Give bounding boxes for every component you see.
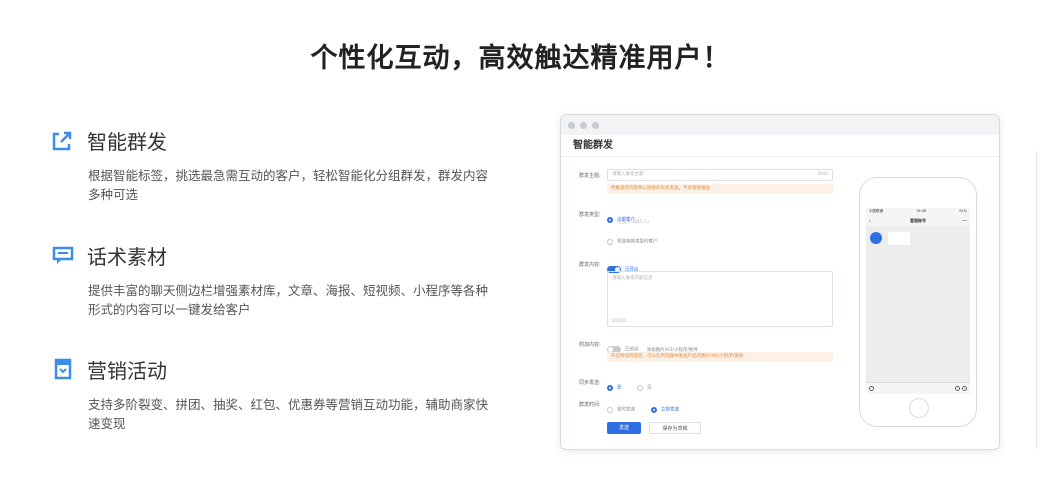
radio-empty-icon xyxy=(637,384,643,391)
feature-title: 智能群发 xyxy=(87,129,167,154)
chat-bubble-icon xyxy=(52,244,74,266)
phone-chat-title: 客服账号 xyxy=(910,218,926,223)
next-card-edge xyxy=(1036,150,1041,450)
topic-counter: 0/40 xyxy=(817,172,828,177)
topic-warning: 所推送的内容将以链接的形式发送，不会直接推送 xyxy=(607,184,833,194)
radio-empty-icon xyxy=(607,406,613,413)
save-draft-button[interactable]: 保存为草稿 xyxy=(649,422,701,434)
type-option-all-sub: (已选中 1043 人) xyxy=(617,219,649,224)
feature-title: 营销活动 xyxy=(87,358,167,383)
feature-description: 根据智能标签，挑选最急需互动的客户，轻松智能化分组群发，群发内容多种可选 xyxy=(88,168,489,202)
topic-placeholder: 请输入群发主题 xyxy=(612,172,644,177)
phone-carrier: 中国联通 xyxy=(869,209,883,213)
content-label: 群发内容: xyxy=(579,262,601,268)
phone-chat-header: ‹ 客服账号 ··· xyxy=(866,216,970,226)
window-dot-icon xyxy=(592,121,599,129)
radio-selected-icon xyxy=(651,406,657,413)
sync-yes-label: 是 xyxy=(617,385,622,391)
feature-scripts-materials: 话术素材 提供丰富的聊天侧边栏增强素材库，文章、海报、短视频、小程序等各种形式的… xyxy=(52,241,492,319)
time-option-scheduled[interactable]: 定时发送 xyxy=(607,399,635,418)
feature-description: 提供丰富的聊天侧边栏增强素材库，文章、海报、短视频、小程序等各种形式的内容可以一… xyxy=(88,283,489,317)
home-button xyxy=(909,398,929,418)
radio-selected-icon xyxy=(607,384,613,391)
type-label: 群发类型: xyxy=(579,212,601,218)
topic-label: 群发主题: xyxy=(579,173,601,179)
time-label: 群发时间: xyxy=(579,402,601,408)
plus-icon xyxy=(962,386,967,391)
feature-title: 话术素材 xyxy=(87,244,167,269)
type-option-filter-label: 筛选特殊类型的客户 xyxy=(617,239,658,245)
sync-option-no[interactable]: 否 xyxy=(637,377,652,396)
content-placeholder: 请输入群发内容信息 xyxy=(612,276,653,281)
voice-icon xyxy=(869,386,874,391)
phone-screen: 中国联通 19:46 91% ‹ 客服账号 ··· xyxy=(866,208,970,394)
phone-input-bar xyxy=(866,382,970,394)
avatar xyxy=(870,232,882,244)
type-option-filter[interactable]: 筛选特殊类型的客户 xyxy=(607,231,658,250)
attach-label: 附加内容: xyxy=(579,342,601,348)
page-title: 个性化互动，高效触达精准用户！ xyxy=(310,43,731,74)
sync-label: 同步发送: xyxy=(579,380,601,386)
time-scheduled-label: 定时发送 xyxy=(617,407,635,413)
feature-smart-broadcast: 智能群发 根据智能标签，挑选最急需互动的客户，轻松智能化分组群发，群发内容多种可… xyxy=(52,126,492,204)
back-arrow-icon: ‹ xyxy=(869,218,871,223)
sync-no-label: 否 xyxy=(647,385,652,391)
window-titlebar xyxy=(561,115,999,135)
phone-battery: 91% xyxy=(959,209,967,213)
share-export-icon xyxy=(52,129,74,151)
radio-selected-icon xyxy=(607,216,613,223)
time-now-label: 立即发送 xyxy=(661,407,679,413)
chat-bubble xyxy=(888,232,910,245)
sync-option-yes[interactable]: 是 xyxy=(607,377,622,396)
content-textarea[interactable]: 请输入群发内容信息 0/1000 xyxy=(607,271,833,327)
send-button[interactable]: 发送 xyxy=(607,422,641,434)
window-dot-icon xyxy=(580,121,587,129)
content-counter: 0/1000 xyxy=(612,318,627,323)
mockup-heading: 智能群发 xyxy=(561,135,999,157)
attach-warning: 开启附加内容后，可以在所选群中发送产品的图片/H5/小程序/链接 xyxy=(607,352,833,362)
calendar-icon xyxy=(52,358,74,380)
phone-statusbar: 中国联通 19:46 91% xyxy=(866,208,970,216)
more-icon: ··· xyxy=(962,218,967,223)
feature-description: 支持多阶裂变、拼团、抽奖、红包、优惠券等营销互动功能，辅助商家快速变现 xyxy=(88,397,489,431)
window-dot-icon xyxy=(568,121,575,129)
time-option-now[interactable]: 立即发送 xyxy=(651,399,679,418)
emoji-icon xyxy=(955,386,960,391)
feature-marketing-activities: 营销活动 支持多阶裂变、拼团、抽奖、红包、优惠券等营销互动功能，辅助商家快速变现 xyxy=(52,355,492,433)
radio-empty-icon xyxy=(607,238,613,245)
phone-time: 19:46 xyxy=(916,209,927,213)
phone-preview: 中国联通 19:46 91% ‹ 客服账号 ··· xyxy=(859,177,977,427)
topic-input[interactable]: 请输入群发主题 0/40 xyxy=(607,169,833,181)
broadcast-mockup-window: 智能群发 群发主题: 请输入群发主题 0/40 所推送的内容将以链接的形式发送，… xyxy=(560,114,1000,450)
